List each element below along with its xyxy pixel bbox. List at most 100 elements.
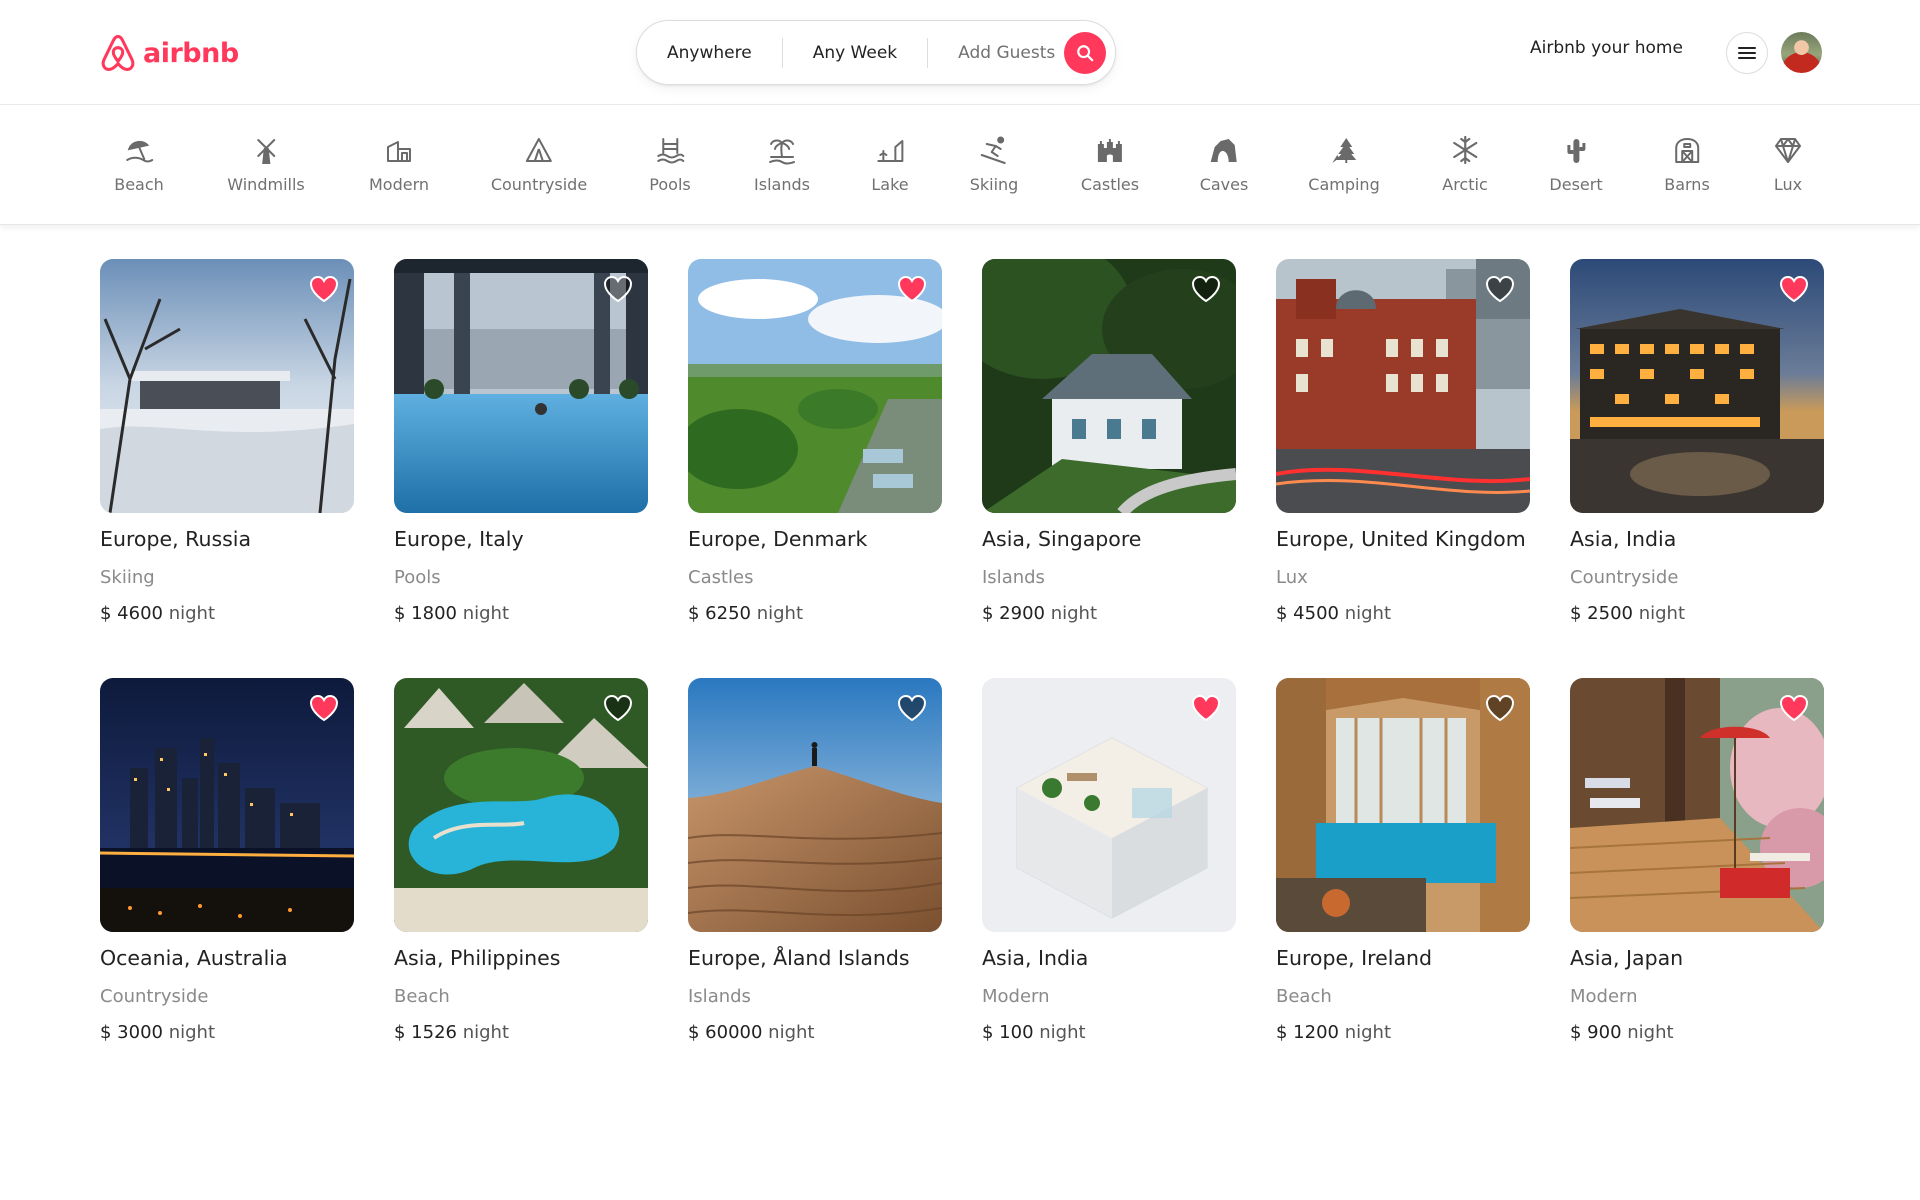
category-caves[interactable]: Caves <box>1200 135 1248 205</box>
listing-category: Skiing <box>100 567 155 588</box>
listing-photo[interactable] <box>100 259 354 513</box>
price-unit: night <box>462 1022 510 1043</box>
category-skiing[interactable]: Skiing <box>969 135 1019 205</box>
category-camping[interactable]: Camping <box>1308 135 1380 205</box>
listing-category: Countryside <box>1570 567 1679 588</box>
favorite-heart-icon[interactable] <box>1190 692 1222 724</box>
palm-island-icon <box>769 139 795 165</box>
search-when[interactable]: Any Week <box>783 38 927 68</box>
listing-card[interactable]: Asia, Philippines Beach $ 1526 night <box>394 678 648 1043</box>
category-barns[interactable]: Barns <box>1664 135 1710 205</box>
listing-category: Castles <box>688 567 754 588</box>
listing-photo[interactable] <box>394 259 648 513</box>
category-desert[interactable]: Desert <box>1549 135 1603 205</box>
category-arctic[interactable]: Arctic <box>1442 135 1488 205</box>
search-guests[interactable]: Add Guests <box>928 38 1085 68</box>
listing-location: Europe, United Kingdom <box>1276 527 1526 551</box>
category-label: Camping <box>1308 175 1380 194</box>
listing-photo[interactable] <box>1570 678 1824 932</box>
listing-photo[interactable] <box>1570 259 1824 513</box>
listing-category: Beach <box>1276 986 1332 1007</box>
favorite-heart-icon[interactable] <box>602 692 634 724</box>
favorite-heart-icon[interactable] <box>602 273 634 305</box>
listing-price: $ 4500 night <box>1276 603 1530 624</box>
modern-house-icon <box>387 141 411 162</box>
favorite-heart-icon[interactable] <box>896 692 928 724</box>
price-unit: night <box>1039 1022 1086 1043</box>
listing-photo[interactable] <box>982 259 1236 513</box>
listing-card[interactable]: Europe, Russia Skiing $ 4600 night <box>100 259 354 624</box>
listing-price: $ 100 night <box>982 1022 1236 1043</box>
listing-photo[interactable] <box>1276 678 1530 932</box>
category-beach[interactable]: Beach <box>114 135 164 205</box>
category-modern[interactable]: Modern <box>369 135 429 205</box>
listing-photo[interactable] <box>982 678 1236 932</box>
category-pools[interactable]: Pools <box>649 135 691 205</box>
search-bar[interactable]: Anywhere Any Week Add Guests <box>636 20 1116 85</box>
pool-icon <box>657 138 684 164</box>
host-your-home-link[interactable]: Airbnb your home <box>1530 38 1683 58</box>
listing-card[interactable]: Asia, India Modern $ 100 night <box>982 678 1236 1043</box>
listing-photo[interactable] <box>1276 259 1530 513</box>
listing-location: Oceania, Australia <box>100 946 288 970</box>
favorite-heart-icon[interactable] <box>1778 692 1810 724</box>
listing-category: Islands <box>688 986 751 1007</box>
category-label: Skiing <box>969 175 1019 194</box>
search-button[interactable] <box>1064 32 1106 74</box>
listing-photo[interactable] <box>100 678 354 932</box>
hamburger-menu-icon <box>1738 47 1756 59</box>
category-castles[interactable]: Castles <box>1081 135 1139 205</box>
favorite-heart-icon[interactable] <box>1190 273 1222 305</box>
listing-card[interactable]: Europe, Åland Islands Islands $ 60000 ni… <box>688 678 942 1043</box>
price-amount: $ 1800 <box>394 603 457 624</box>
category-label: Arctic <box>1442 175 1488 194</box>
listing-photo[interactable] <box>394 678 648 932</box>
listing-card[interactable]: Europe, Italy Pools $ 1800 night <box>394 259 648 624</box>
listing-price: $ 1200 night <box>1276 1022 1530 1043</box>
price-amount: $ 6250 <box>688 603 751 624</box>
category-label: Lux <box>1773 175 1803 194</box>
favorite-heart-icon[interactable] <box>1484 692 1516 724</box>
price-amount: $ 60000 <box>688 1022 763 1043</box>
listing-price: $ 1800 night <box>394 603 648 624</box>
price-unit: night <box>756 603 804 624</box>
skier-icon <box>980 136 1006 164</box>
listing-photo[interactable] <box>688 678 942 932</box>
price-unit: night <box>1627 1022 1674 1043</box>
listing-category: Modern <box>1570 986 1638 1007</box>
listing-card[interactable]: Europe, Ireland Beach $ 1200 night <box>1276 678 1530 1043</box>
price-unit: night <box>1050 603 1098 624</box>
category-countryside[interactable]: Countryside <box>491 135 587 205</box>
category-islands[interactable]: Islands <box>754 135 810 205</box>
category-lake[interactable]: Lake <box>871 135 909 205</box>
user-avatar[interactable] <box>1781 32 1822 73</box>
listing-category: Pools <box>394 567 441 588</box>
price-unit: night <box>168 1022 216 1043</box>
favorite-heart-icon[interactable] <box>1778 273 1810 305</box>
price-amount: $ 2900 <box>982 603 1045 624</box>
search-where[interactable]: Anywhere <box>637 38 782 68</box>
listing-price: $ 60000 night <box>688 1022 942 1043</box>
category-lux[interactable]: Lux <box>1773 135 1803 205</box>
category-windmills[interactable]: Windmills <box>227 135 305 205</box>
listing-card[interactable]: Oceania, Australia Countryside $ 3000 ni… <box>100 678 354 1043</box>
listing-category: Lux <box>1276 567 1308 588</box>
favorite-heart-icon[interactable] <box>896 273 928 305</box>
listing-photo[interactable] <box>688 259 942 513</box>
airbnb-logo[interactable]: airbnb <box>99 33 239 73</box>
listing-card[interactable]: Asia, Japan Modern $ 900 night <box>1570 678 1824 1043</box>
listing-card[interactable]: Europe, Denmark Castles $ 6250 night <box>688 259 942 624</box>
listing-location: Asia, Singapore <box>982 527 1142 551</box>
category-bar: Beach Windmills Modern Countryside Pools <box>0 105 1920 225</box>
favorite-heart-icon[interactable] <box>308 273 340 305</box>
favorite-heart-icon[interactable] <box>1484 273 1516 305</box>
price-unit: night <box>1344 603 1392 624</box>
price-unit: night <box>168 603 216 624</box>
listing-card[interactable]: Asia, India Countryside $ 2500 night <box>1570 259 1824 624</box>
favorite-heart-icon[interactable] <box>308 692 340 724</box>
menu-button[interactable] <box>1726 32 1768 74</box>
listing-card[interactable]: Europe, United Kingdom Lux $ 4500 night <box>1276 259 1530 624</box>
listing-location: Asia, India <box>982 946 1089 970</box>
price-amount: $ 1200 <box>1276 1022 1339 1043</box>
listing-card[interactable]: Asia, Singapore Islands $ 2900 night <box>982 259 1236 624</box>
